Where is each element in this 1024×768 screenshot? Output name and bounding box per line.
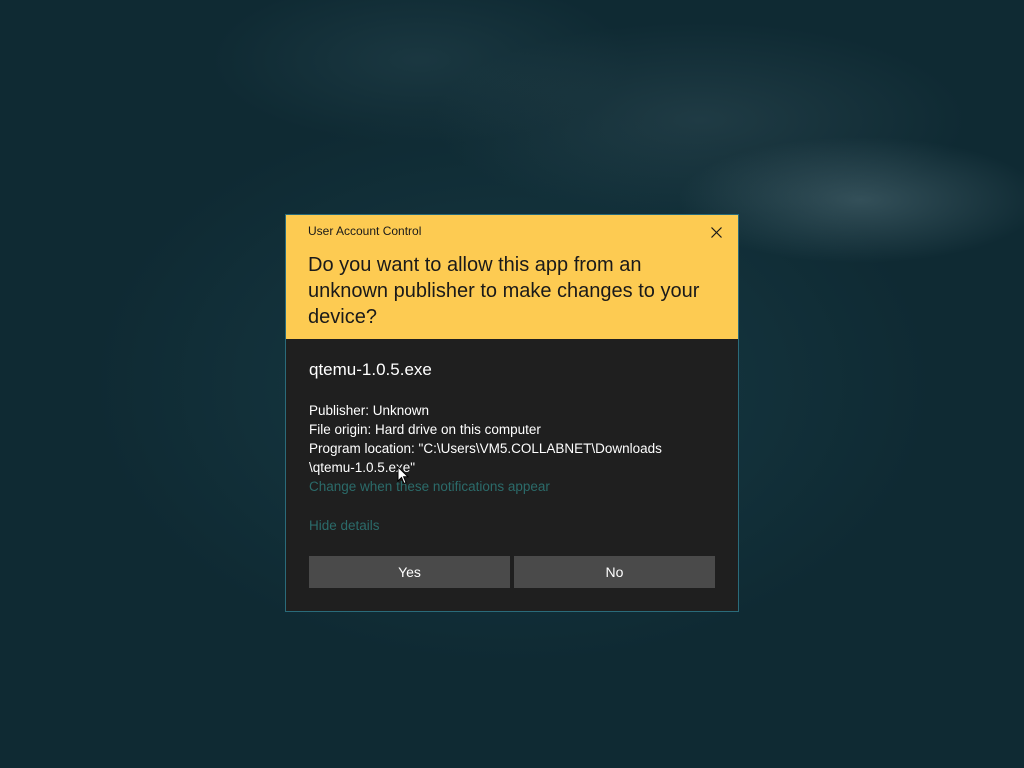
publisher-text: Publisher: Unknown [309,403,430,418]
app-name: qtemu-1.0.5.exe [309,360,432,379]
close-button[interactable] [702,221,730,243]
dialog-title: User Account Control [308,224,422,238]
change-notifications-link[interactable]: Change when these notifications appear [309,477,714,496]
button-row: Yes No [309,556,715,588]
no-button[interactable]: No [514,556,715,588]
mouse-pointer-icon [397,466,409,485]
close-icon [710,226,722,238]
desktop-background: User Account Control Do you want to allo… [0,0,1024,768]
uac-body: qtemu-1.0.5.exe Publisher: Unknown File … [286,339,738,535]
hide-details-link[interactable]: Hide details [309,516,714,535]
uac-dialog: User Account Control Do you want to allo… [285,214,739,612]
uac-header: User Account Control Do you want to allo… [286,215,738,339]
uac-question: Do you want to allow this app from an un… [308,254,700,328]
yes-button[interactable]: Yes [309,556,510,588]
program-location-line2: \qtemu-1.0.5.exe" [309,460,416,475]
program-location-line1: Program location: "C:\Users\VM5.COLLABNE… [309,441,662,456]
file-origin-text: File origin: Hard drive on this computer [309,422,541,437]
